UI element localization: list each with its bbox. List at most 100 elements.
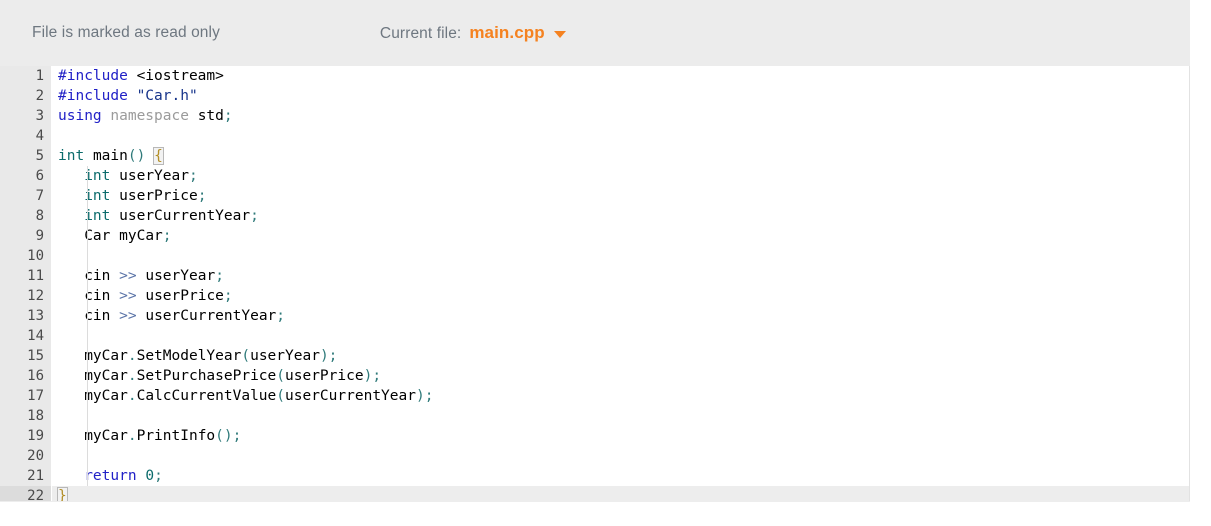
code-line[interactable] (52, 406, 1190, 426)
code-token: userYear (145, 268, 216, 284)
code-token: myCar (84, 428, 128, 444)
code-token: ; (328, 348, 338, 364)
code-token: ; (250, 208, 259, 224)
code-token: SetPurchasePrice (136, 368, 277, 384)
code-token: . (127, 348, 137, 364)
line-number: 9 (35, 228, 44, 244)
code-line[interactable]: return 0; (52, 466, 1190, 486)
code-token: ; (232, 428, 242, 444)
code-line[interactable] (52, 326, 1190, 346)
indent-guide (87, 186, 88, 206)
line-number: 5 (35, 148, 44, 164)
code-token: ) (415, 388, 425, 404)
indent-guide (87, 466, 88, 486)
code-token: userCurrentYear (285, 388, 416, 404)
code-token: cin (84, 308, 111, 324)
code-line[interactable]: myCar.CalcCurrentValue(userCurrentYear); (52, 386, 1190, 406)
indent-guide (87, 326, 88, 346)
code-token: using (58, 108, 102, 124)
code-token: return (84, 468, 137, 484)
line-number: 15 (27, 348, 44, 364)
code-line[interactable] (52, 126, 1190, 146)
code-editor-page: File is marked as read only Current file… (0, 0, 1211, 526)
code-line[interactable]: int userCurrentYear; (52, 206, 1190, 226)
indent-guide (87, 446, 88, 466)
code-token: #include (58, 88, 128, 104)
code-line[interactable]: myCar.SetPurchasePrice(userPrice); (52, 366, 1190, 386)
line-number: 7 (35, 188, 44, 204)
code-token: >> (119, 268, 137, 284)
code-token: int (84, 208, 111, 224)
code-line[interactable]: Car myCar; (52, 226, 1190, 246)
code-line[interactable]: myCar.SetModelYear(userYear); (52, 346, 1190, 366)
code-token: namespace (110, 108, 189, 124)
line-number: 3 (35, 108, 44, 124)
code-token: int (84, 168, 111, 184)
code-line[interactable]: int userPrice; (52, 186, 1190, 206)
code-token: int (84, 188, 111, 204)
code-token: . (127, 428, 137, 444)
line-number: 6 (35, 168, 44, 184)
code-line[interactable] (52, 446, 1190, 466)
indent-guide (87, 206, 88, 226)
code-token: () (215, 428, 233, 444)
code-line[interactable]: int userYear; (52, 166, 1190, 186)
code-token: myCar (84, 388, 128, 404)
current-file-selector[interactable]: Current file: main.cpp (380, 23, 566, 43)
code-token: userPrice (145, 288, 224, 304)
line-number: 2 (35, 88, 44, 104)
chevron-down-icon[interactable] (553, 30, 566, 38)
code-token: int (58, 148, 85, 164)
indent-guide (87, 266, 88, 286)
code-token: >> (119, 288, 137, 304)
code-line[interactable]: #include "Car.h" (52, 86, 1190, 106)
line-number: 22 (0, 486, 51, 501)
current-file-name[interactable]: main.cpp (469, 23, 544, 43)
code-token: { (153, 147, 164, 165)
code-line[interactable]: cin >> userPrice; (52, 286, 1190, 306)
code-line[interactable] (52, 246, 1190, 266)
line-number: 12 (27, 288, 44, 304)
code-token: PrintInfo (136, 428, 216, 444)
line-number: 18 (27, 408, 44, 424)
code-token: <iostream> (136, 68, 224, 84)
code-token: myCar (84, 368, 128, 384)
line-number: 16 (27, 368, 44, 384)
indent-guide (87, 306, 88, 326)
indent-guide (87, 426, 88, 446)
code-line[interactable]: cin >> userYear; (52, 266, 1190, 286)
code-token: ( (241, 348, 251, 364)
code-token: ; (276, 308, 286, 324)
code-line[interactable]: int main() { (52, 146, 1190, 166)
code-token: ; (162, 228, 172, 244)
line-number: 20 (27, 448, 44, 464)
code-line[interactable]: #include <iostream> (52, 66, 1190, 86)
code-content-area[interactable]: #include <iostream> #include "Car.h" using… (52, 66, 1190, 501)
code-line[interactable]: using namespace std; (52, 106, 1190, 126)
code-token: ; (154, 468, 163, 484)
code-editor[interactable]: 1 2 3 4 5 6 7 8 9 10 11 12 13 14 15 16 17 18 19 20 21 22 #inc… (0, 66, 1190, 501)
code-line[interactable]: } (52, 486, 1190, 501)
code-token: ; (188, 168, 198, 184)
line-number: 8 (35, 208, 44, 224)
code-token: CalcCurrentValue (136, 388, 277, 404)
code-line[interactable]: myCar.PrintInfo(); (52, 426, 1190, 446)
code-line[interactable]: cin >> userCurrentYear; (52, 306, 1190, 326)
code-token: std (197, 108, 224, 124)
indent-guide (87, 246, 88, 266)
code-token: ( (276, 388, 286, 404)
code-token: SetModelYear (136, 348, 242, 364)
